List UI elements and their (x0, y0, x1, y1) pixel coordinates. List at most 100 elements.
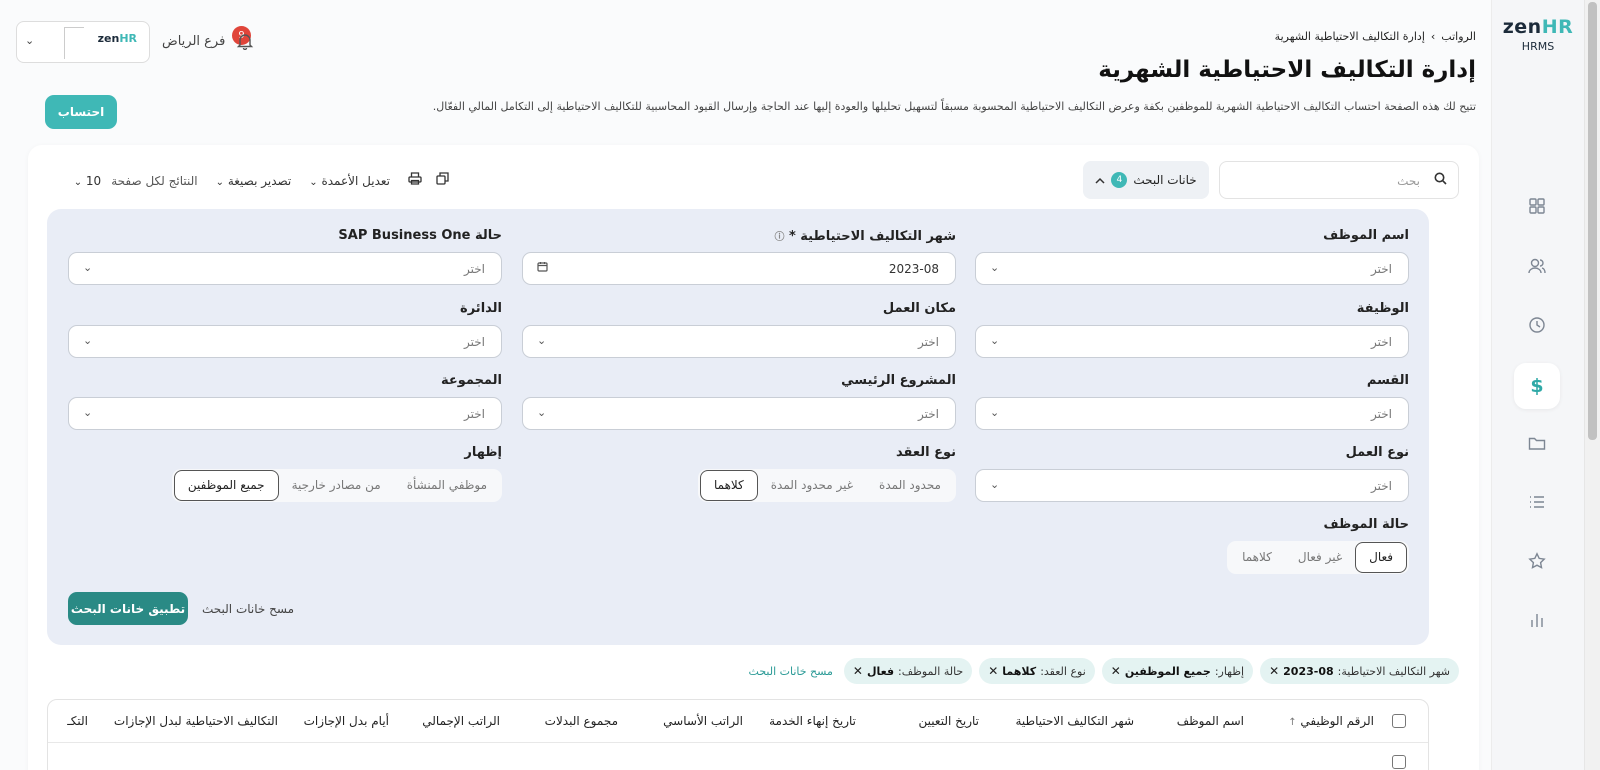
chip-label: شهر التكاليف الاحتياطية: (1337, 664, 1450, 678)
chevron-down-icon: ⌄ (990, 261, 1000, 274)
breadcrumb-separator: › (1430, 30, 1436, 43)
calculate-button[interactable]: احتساب (45, 95, 117, 129)
employee-status-toggle: فعال غير فعال كلاهما (1227, 541, 1409, 574)
branch-name[interactable]: فرع الرياض (162, 34, 225, 49)
work-location-select[interactable]: اختر ⌄ (522, 325, 956, 358)
chevron-down-icon: ⌄ (537, 334, 547, 347)
main-project-filter: المشروع الرئيسي اختر ⌄ (522, 373, 956, 430)
chevron-down-icon[interactable]: ⌄ (25, 34, 34, 47)
status-option-both[interactable]: كلاهما (1229, 543, 1285, 572)
contract-option-limited[interactable]: محدود المدة (866, 471, 954, 500)
column-header[interactable]: تاريخ إنهاء الخدمة (743, 714, 856, 728)
contract-option-both[interactable]: كلاهما (699, 470, 758, 501)
department-select[interactable]: اختر ⌄ (68, 325, 502, 358)
edit-columns-button[interactable]: تعديل الأعمدة ⌄ (309, 174, 390, 188)
section-select[interactable]: اختر ⌄ (975, 397, 1409, 430)
per-page-select[interactable]: 10 ⌄ (74, 174, 102, 188)
apply-filters-button[interactable]: تطبيق خانات البحث (68, 592, 188, 625)
column-header[interactable]: مجموع البدلات (500, 714, 618, 728)
column-header[interactable]: الراتب الإجمالي (389, 714, 500, 728)
clear-filters-button[interactable]: مسح خانات البحث (202, 602, 294, 616)
employee-name-filter: اسم الموظف اختر ⌄ (975, 228, 1409, 285)
scrollbar-thumb[interactable] (1588, 2, 1597, 440)
show-option-internal[interactable]: موظفي المنشأة (394, 471, 500, 500)
chart-icon[interactable] (1514, 597, 1560, 643)
export-button[interactable]: تصدير بصيغة ⌄ (216, 174, 292, 188)
users-icon[interactable] (1514, 243, 1560, 289)
chevron-down-icon: ⌄ (309, 176, 318, 188)
search-input[interactable]: بحث (1219, 161, 1459, 199)
clock-icon[interactable] (1514, 302, 1560, 348)
column-header[interactable]: تاريخ التعيين (856, 714, 979, 728)
column-title: الرقم الوظيفي (1300, 714, 1374, 728)
chip-label: حالة الموظف: (898, 664, 964, 678)
breadcrumb-current: إدارة التكاليف الاحتياطية الشهرية (1274, 30, 1425, 43)
column-header[interactable]: شهر التكاليف الاحتياطية (979, 714, 1134, 728)
column-header[interactable]: الرقم الوظيفي ↑ (1244, 714, 1374, 728)
close-icon[interactable]: ✕ (988, 664, 998, 678)
chip-value: فعال (866, 664, 895, 678)
calendar-icon[interactable] (537, 261, 548, 275)
work-type-select[interactable]: اختر ⌄ (975, 469, 1409, 502)
brand-logo[interactable]: zenHR HRMS (1492, 16, 1584, 53)
main-project-select[interactable]: اختر ⌄ (522, 397, 956, 430)
copy-icon[interactable] (436, 172, 449, 189)
filter-chip: إظهار: جميع الموظفين ✕ (1101, 658, 1254, 684)
column-header[interactable]: الراتب الأساسي (618, 714, 743, 728)
close-icon[interactable]: ✕ (853, 664, 863, 678)
user-avatar[interactable] (64, 27, 84, 59)
info-icon[interactable]: ⓘ (774, 232, 784, 243)
chip-value: جميع الموظفين (1124, 664, 1211, 678)
close-icon[interactable]: ✕ (1269, 664, 1279, 678)
field-label: إظهار (464, 445, 502, 460)
page-description: تتيح لك هذه الصفحة احتساب التكاليف الاحت… (432, 100, 1476, 113)
job-select[interactable]: اختر ⌄ (975, 325, 1409, 358)
breadcrumb: الرواتب › إدارة التكاليف الاحتياطية الشهري… (1275, 30, 1476, 43)
contract-type-toggle: محدود المدة غير محدود المدة كلاهما (697, 469, 956, 502)
select-value: اختر (464, 335, 485, 349)
print-icon[interactable] (408, 172, 422, 189)
sap-status-select[interactable]: اختر ⌄ (68, 252, 502, 285)
chevron-down-icon: ⌄ (215, 176, 224, 188)
field-label: حالة SAP Business One (338, 228, 502, 243)
list-icon[interactable] (1514, 479, 1560, 525)
field-label: اسم الموظف (1323, 228, 1409, 243)
company-logo: zenHR (98, 32, 137, 45)
select-all-checkbox[interactable] (1392, 714, 1406, 728)
status-option-active[interactable]: فعال (1355, 542, 1407, 573)
contract-option-unlimited[interactable]: غير محدود المدة (758, 471, 866, 500)
grid-icon[interactable] (1514, 183, 1560, 229)
show-option-outsourced[interactable]: من مصادر خارجية (279, 471, 394, 500)
row-checkbox[interactable] (1392, 755, 1406, 769)
group-select[interactable]: اختر ⌄ (68, 397, 502, 430)
employee-name-select[interactable]: اختر ⌄ (975, 252, 1409, 285)
results-table: الرقم الوظيفي ↑ اسم الموظف شهر التكاليف … (47, 699, 1429, 770)
dollar-icon[interactable]: $ (1514, 363, 1560, 409)
select-value: اختر (464, 262, 485, 276)
company-switcher[interactable]: zenHR ⌄ (16, 21, 150, 63)
close-icon[interactable]: ✕ (1111, 664, 1121, 678)
clear-chips-link[interactable]: مسح خانات البحث (749, 665, 833, 678)
field-label: الدائرة (460, 301, 502, 316)
field-label: نوع العمل (1345, 445, 1409, 460)
chip-label: إظهار: (1214, 664, 1245, 678)
page-scrollbar[interactable] (1584, 0, 1600, 770)
reserve-month-input[interactable]: 2023-08 (522, 252, 956, 285)
folder-icon[interactable] (1514, 420, 1560, 466)
status-option-inactive[interactable]: غير فعال (1285, 543, 1355, 572)
filter-chip: نوع العقد: كلاهما ✕ (979, 658, 1095, 684)
column-header[interactable]: اسم الموظف (1134, 714, 1244, 728)
show-option-all[interactable]: جميع الموظفين (173, 470, 279, 501)
column-header[interactable]: أيام بدل الإجازات (278, 714, 389, 728)
column-header[interactable]: التكـ (48, 714, 88, 728)
column-header[interactable]: التكاليف الاحتياطية لبدل الإجازات (88, 714, 278, 728)
star-icon[interactable] (1514, 538, 1560, 584)
per-page-value: 10 (85, 173, 102, 188)
field-label: الوظيفة (1356, 301, 1409, 316)
breadcrumb-root[interactable]: الرواتب (1441, 30, 1476, 43)
show-filter: إظهار (68, 445, 502, 463)
sort-arrow-icon: ↑ (1288, 717, 1297, 728)
filters-toggle-button[interactable]: خانات البحث 4 (1083, 161, 1209, 199)
per-page-label: النتائج لكل صفحة (111, 173, 198, 188)
bell-icon[interactable] (236, 32, 254, 55)
